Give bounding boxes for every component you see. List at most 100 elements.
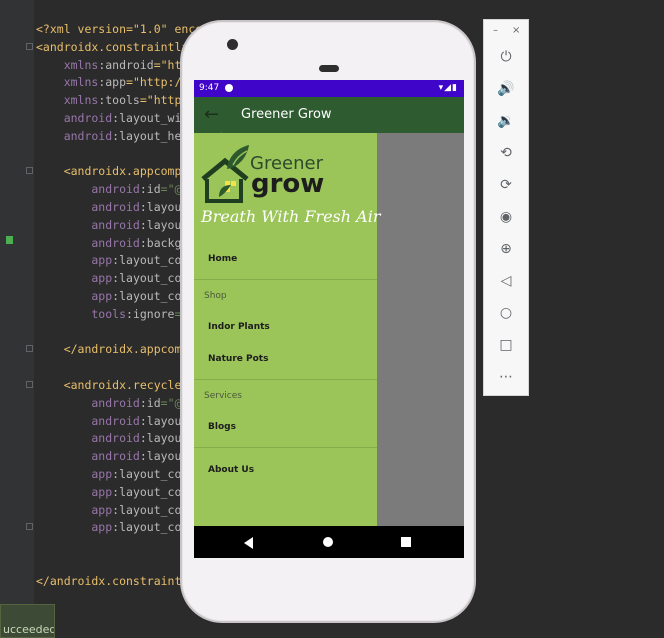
code-line[interactable]: <androidx.appcompat xyxy=(36,162,196,180)
code-line[interactable]: android:layout_widt xyxy=(36,109,196,127)
code-line[interactable]: android:backgro xyxy=(36,234,195,252)
code-line[interactable]: app:layout_cons xyxy=(36,501,195,519)
power-icon[interactable]: ⏻ xyxy=(497,48,515,66)
logo-house-icon xyxy=(201,145,249,203)
divider xyxy=(194,447,377,448)
code-token: app xyxy=(36,484,113,499)
home-icon[interactable]: ○ xyxy=(497,304,515,322)
nav-back-icon[interactable] xyxy=(244,537,253,549)
code-token: android xyxy=(36,395,140,410)
volume-up-icon[interactable]: 🔊 xyxy=(497,80,515,98)
code-token: app xyxy=(36,253,113,268)
drawer-header: Greener grow Breath With Fresh Air xyxy=(194,133,381,233)
camera-icon[interactable]: ◉ xyxy=(497,208,515,226)
code-token: :app xyxy=(98,75,127,90)
fold-marker-icon[interactable] xyxy=(26,345,33,353)
rotate-left-icon[interactable]: ⟲ xyxy=(497,144,515,162)
volume-down-icon[interactable]: 🔉 xyxy=(497,112,515,130)
code-token: android xyxy=(36,235,140,250)
code-token: :android xyxy=(98,57,154,72)
code-line[interactable]: android:id="@+i xyxy=(36,394,195,412)
code-token: :ignore xyxy=(126,306,175,321)
code-token: android xyxy=(36,431,140,446)
code-line[interactable]: app:layout_cons xyxy=(36,269,195,287)
back-arrow-icon[interactable]: ← xyxy=(204,105,224,125)
code-line[interactable]: android:layout_heig xyxy=(36,127,196,145)
code-token: xmlns xyxy=(36,93,99,108)
code-line[interactable]: app:layout_cons xyxy=(36,251,195,269)
close-button[interactable]: × xyxy=(512,25,520,36)
logo-text-grow: grow xyxy=(251,169,325,199)
code-token: <androidx.appcompat xyxy=(36,164,196,179)
code-line[interactable]: android:layout_ xyxy=(36,412,195,430)
rotate-right-icon[interactable]: ⟳ xyxy=(497,176,515,194)
toolbar-title: Greener Grow xyxy=(241,107,332,122)
more-icon[interactable]: ⋯ xyxy=(497,368,515,386)
editor-gutter xyxy=(0,0,34,638)
android-status-bar: 9:47 ▾◢▮ xyxy=(194,80,464,97)
status-time: 9:47 xyxy=(199,83,220,93)
code-token: app xyxy=(36,520,113,535)
code-line[interactable]: xmlns:tools="http:/ xyxy=(36,91,196,109)
divider xyxy=(194,279,377,280)
code-line[interactable]: <androidx.constraintlay xyxy=(36,38,195,56)
minimize-button[interactable]: – xyxy=(493,25,498,36)
zoom-icon[interactable]: ⊕ xyxy=(497,240,515,258)
build-status-text: ucceeded xyxy=(3,623,55,636)
code-token: xmlns xyxy=(36,75,99,90)
code-token: app xyxy=(36,467,113,481)
code-token: :id xyxy=(139,395,161,410)
code-line[interactable]: android:id="@+i xyxy=(36,180,195,198)
code-token: :tools xyxy=(98,93,140,108)
front-camera xyxy=(227,39,238,50)
code-line[interactable]: android:layout_ xyxy=(36,216,195,234)
code-token: <androidx.constraintlay xyxy=(36,39,196,54)
code-token: android xyxy=(36,182,140,197)
code-token: android xyxy=(36,111,113,125)
code-token: :id xyxy=(139,182,161,197)
overview-icon[interactable]: □ xyxy=(497,336,515,354)
code-line[interactable]: xmlns:android="http xyxy=(36,56,196,74)
back-icon[interactable]: ◁ xyxy=(497,272,515,290)
change-marker xyxy=(6,236,13,244)
nav-recents-icon[interactable] xyxy=(401,537,411,547)
code-line[interactable]: android:layout_ xyxy=(36,429,195,447)
code-line[interactable]: android:layout_ xyxy=(36,447,195,465)
earpiece-speaker xyxy=(319,65,339,72)
code-line[interactable]: app:layout_cons xyxy=(36,518,195,536)
fold-marker-icon[interactable] xyxy=(26,42,33,50)
status-icons: ▾◢▮ xyxy=(438,83,458,93)
code-line[interactable]: <androidx.recyclerv xyxy=(36,376,196,394)
code-token: app xyxy=(36,271,113,286)
device-screen[interactable]: 9:47 ▾◢▮ ← Greener Grow Greener grow Bre… xyxy=(194,80,464,558)
code-token: android xyxy=(36,200,140,214)
code-line[interactable]: app:layout_cons xyxy=(36,465,195,483)
code-token: app xyxy=(36,502,113,517)
build-status: ucceeded xyxy=(0,604,55,638)
code-line[interactable]: app:layout_cons xyxy=(36,483,195,501)
code-token: xmlns xyxy=(36,57,99,72)
code-line[interactable]: </androidx.appcompa xyxy=(36,340,196,358)
app-toolbar: ← Greener Grow xyxy=(194,97,464,146)
fold-marker-icon[interactable] xyxy=(26,167,33,175)
nav-home-icon[interactable] xyxy=(323,537,333,547)
menu-item-blogs[interactable]: Blogs xyxy=(208,422,236,432)
code-token: android xyxy=(36,128,113,143)
menu-item-nature-pots[interactable]: Nature Pots xyxy=(208,354,268,364)
code-line[interactable]: </androidx.constraintla xyxy=(36,572,195,590)
code-line[interactable]: tools:ignore="M xyxy=(36,305,195,323)
code-line[interactable]: android:layout_ xyxy=(36,198,195,216)
menu-item-about-us[interactable]: About Us xyxy=(208,465,254,475)
fold-marker-icon[interactable] xyxy=(26,381,33,388)
code-line[interactable]: app:layout_cons xyxy=(36,287,195,305)
menu-item-indoor-plants[interactable]: Indor Plants xyxy=(208,322,270,332)
emulator-phone: 9:47 ▾◢▮ ← Greener Grow Greener grow Bre… xyxy=(180,20,476,623)
menu-header-services: Services xyxy=(204,391,242,401)
navigation-drawer[interactable]: Greener grow Breath With Fresh Air Home … xyxy=(194,133,381,526)
fold-marker-icon[interactable] xyxy=(26,523,33,531)
menu-item-home[interactable]: Home xyxy=(208,254,237,264)
emulator-toolbar: – × ⏻ 🔊 🔉 ⟲ ⟳ ◉ ⊕ ◁ ○ □ ⋯ xyxy=(483,19,529,396)
menu-header-shop: Shop xyxy=(204,291,227,301)
drawer-tagline: Breath With Fresh Air xyxy=(201,207,381,226)
code-line[interactable]: xmlns:app="http://s xyxy=(36,73,196,91)
